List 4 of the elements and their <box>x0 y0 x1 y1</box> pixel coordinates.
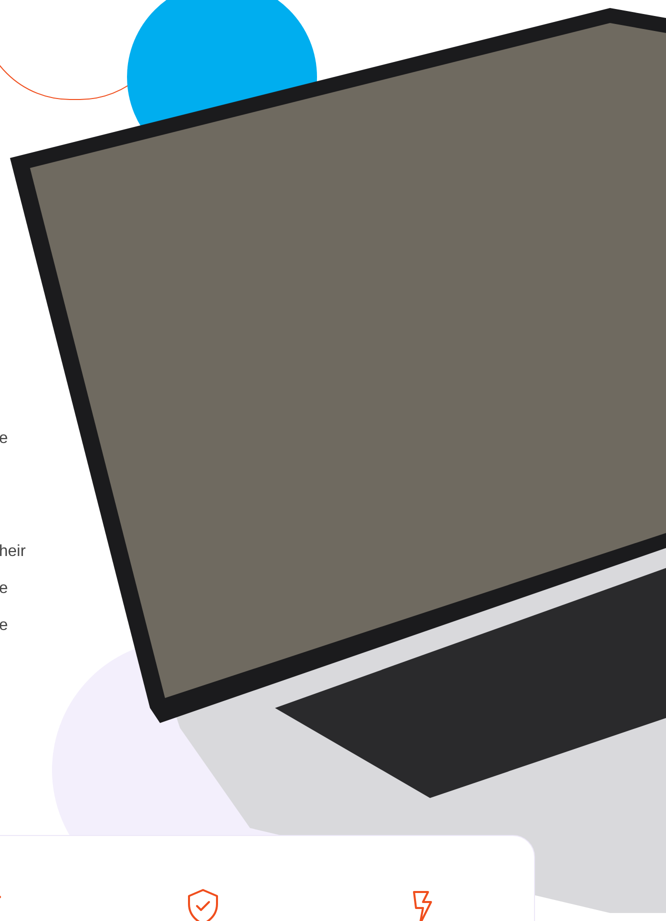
intro-text: heir <box>0 542 26 562</box>
intro-text: e <box>0 429 9 449</box>
intro-text: e <box>0 616 9 636</box>
intro-text: e <box>0 579 9 599</box>
